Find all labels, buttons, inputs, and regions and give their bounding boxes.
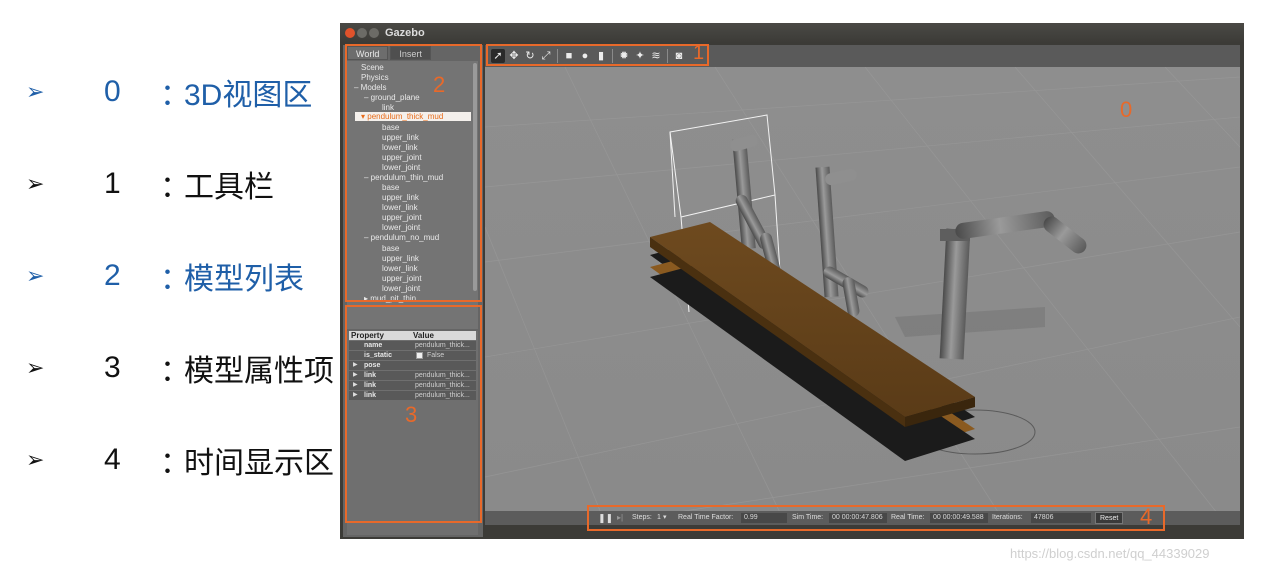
legend-num: 2	[104, 259, 121, 292]
arrow-icon: ➢	[26, 263, 45, 288]
arrow-icon: ➢	[26, 79, 45, 104]
legend-sep: ：	[160, 171, 190, 204]
title-bar: Gazebo	[340, 23, 1244, 43]
annotation-label-0: 0	[1120, 97, 1133, 122]
annotation-label-2: 2	[433, 72, 446, 97]
legend-label: 工具栏	[184, 171, 274, 204]
legend-label: 3D视图区	[184, 79, 313, 112]
legend-sep: ：	[160, 263, 190, 296]
legend-sep: ：	[160, 79, 190, 112]
legend-item-4: ➢ 4 ： 时间显示区	[26, 438, 334, 482]
legend-sep: ：	[160, 447, 190, 480]
arrow-icon: ➢	[26, 355, 45, 380]
legend-item-2: ➢ 2 ： 模型列表	[26, 254, 304, 298]
legend-label: 模型属性项	[184, 355, 334, 388]
annotation-box-1	[486, 44, 709, 66]
minimize-icon[interactable]	[357, 28, 367, 38]
arrow-icon: ➢	[26, 447, 45, 472]
close-icon[interactable]	[345, 28, 355, 38]
annotation-label-3: 3	[405, 402, 418, 427]
watermark: https://blog.csdn.net/qq_44339029	[1010, 546, 1210, 561]
maximize-icon[interactable]	[369, 28, 379, 38]
annotation-label-1: 1	[693, 42, 705, 64]
legend-item-0: ➢ 0 ： 3D视图区	[26, 70, 312, 114]
legend-num: 4	[104, 443, 121, 476]
window-title: Gazebo	[385, 27, 425, 39]
legend-item-3: ➢ 3 ： 模型属性项	[26, 346, 334, 390]
legend-num: 1	[104, 167, 121, 200]
legend-num: 0	[104, 75, 121, 108]
annotation-box-4	[587, 505, 1165, 531]
annotation-label-4: 4	[1140, 504, 1153, 529]
3d-scene[interactable]	[485, 67, 1240, 523]
arrow-icon: ➢	[26, 171, 45, 196]
legend-label: 时间显示区	[184, 447, 334, 480]
legend-sep: ：	[160, 355, 190, 388]
legend-item-1: ➢ 1 ： 工具栏	[26, 162, 274, 206]
annotation-box-2	[345, 44, 482, 302]
legend-label: 模型列表	[184, 263, 304, 296]
legend-num: 3	[104, 351, 121, 384]
